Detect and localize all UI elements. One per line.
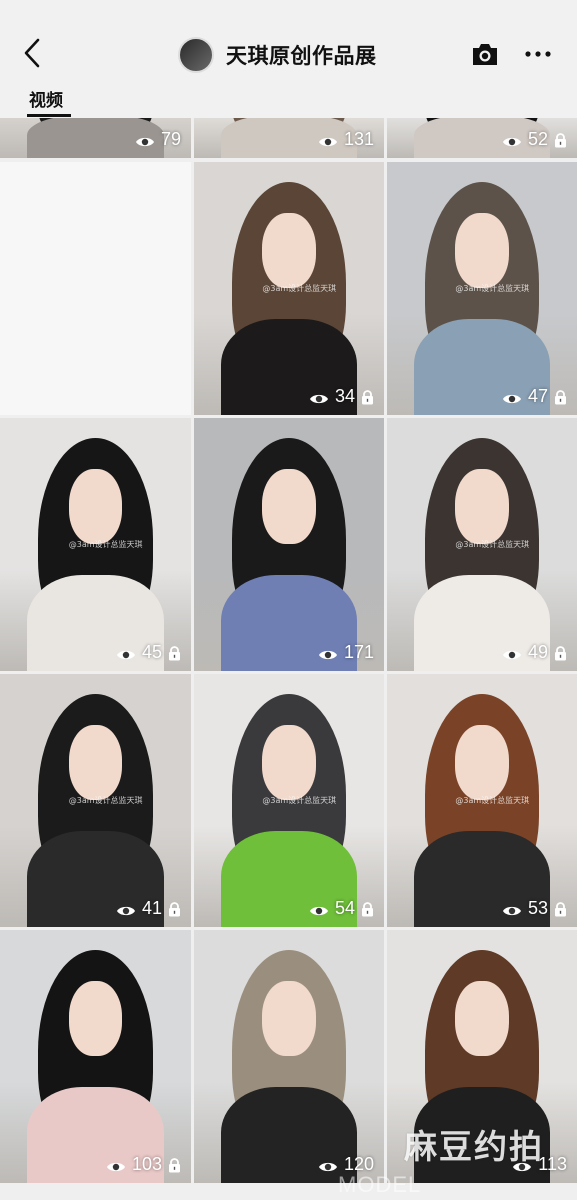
view-count: 47 — [527, 386, 548, 406]
video-thumbnail[interactable]: 171 — [194, 418, 384, 671]
person-face — [68, 724, 123, 801]
view-stats: 47 — [502, 386, 567, 407]
tab-video[interactable]: 视频 — [29, 86, 63, 111]
avatar[interactable] — [178, 37, 214, 73]
view-stats: 34 — [309, 386, 374, 407]
eye-icon — [135, 133, 155, 147]
lock-icon — [168, 901, 181, 917]
empty-tile — [0, 162, 191, 415]
video-thumbnail[interactable]: @3am设计总监天琪 34 — [194, 162, 384, 415]
image-watermark: @3am设计总监天琪 — [262, 796, 337, 806]
person-face — [455, 468, 509, 545]
video-thumbnail[interactable]: @3am设计总监天琪 49 — [387, 418, 577, 671]
view-count: 103 — [131, 1154, 162, 1174]
lock-icon — [554, 901, 567, 917]
eye-icon — [318, 646, 338, 660]
video-thumbnail[interactable]: 79 — [0, 118, 191, 158]
view-stats: 49 — [502, 642, 567, 663]
view-count: 52 — [527, 129, 548, 149]
lock-icon — [168, 645, 181, 661]
view-count: 54 — [334, 898, 355, 918]
view-count: 53 — [527, 898, 548, 918]
tab-active-indicator — [27, 114, 71, 117]
video-thumbnail[interactable]: 103 — [0, 930, 191, 1183]
video-thumbnail[interactable]: @3am设计总监天琪 54 — [194, 674, 384, 927]
image-watermark: @3am设计总监天琪 — [262, 284, 337, 294]
person-face — [455, 724, 509, 801]
lock-icon — [554, 132, 567, 148]
image-watermark: @3am设计总监天琪 — [68, 540, 143, 550]
video-thumbnail[interactable]: 120 — [194, 930, 384, 1183]
eye-icon — [502, 902, 522, 916]
image-watermark: @3am设计总监天琪 — [455, 284, 530, 294]
person-face — [262, 468, 316, 545]
brand-watermark: 麻豆约拍 — [404, 1127, 544, 1166]
eye-icon — [309, 390, 329, 404]
person-face — [68, 980, 123, 1057]
person-face — [262, 724, 316, 801]
back-arrow-icon[interactable] — [18, 36, 48, 70]
video-thumbnail[interactable]: 131 — [194, 118, 384, 158]
lock-icon — [168, 1157, 181, 1173]
person-face — [455, 980, 509, 1057]
video-thumbnail[interactable]: @3am设计总监天琪 41 — [0, 674, 191, 927]
view-stats: 131 — [318, 129, 374, 150]
view-stats: 41 — [116, 898, 181, 919]
lock-icon — [361, 901, 374, 917]
person-face — [262, 212, 316, 289]
person-face — [455, 212, 509, 289]
view-stats: 103 — [106, 1154, 181, 1175]
lock-icon — [361, 389, 374, 405]
video-thumbnail[interactable]: @3am设计总监天琪 45 — [0, 418, 191, 671]
eye-icon — [502, 133, 522, 147]
view-stats: 45 — [116, 642, 181, 663]
view-count: 171 — [343, 642, 374, 662]
video-thumbnail[interactable]: @3am设计总监天琪 47 — [387, 162, 577, 415]
camera-icon[interactable] — [470, 40, 500, 68]
view-count: 45 — [141, 642, 162, 662]
view-stats: 79 — [135, 129, 181, 150]
video-grid: 79 131 52 @3am设计总监天琪 34 @3am设计总监天琪 47 @3am设计总监天… — [0, 118, 577, 1200]
lock-icon — [554, 645, 567, 661]
eye-icon — [502, 390, 522, 404]
view-count: 49 — [527, 642, 548, 662]
view-count: 131 — [343, 129, 374, 149]
person-face — [68, 468, 123, 545]
image-watermark: @3am设计总监天琪 — [455, 540, 530, 550]
view-stats: 52 — [502, 129, 567, 150]
eye-icon — [116, 646, 136, 660]
person-face — [262, 980, 316, 1057]
eye-icon — [116, 902, 136, 916]
view-stats: 53 — [502, 898, 567, 919]
eye-icon — [309, 902, 329, 916]
more-options-icon[interactable] — [524, 44, 552, 64]
view-stats: 54 — [309, 898, 374, 919]
view-count: 79 — [160, 129, 181, 149]
image-watermark: @3am设计总监天琪 — [68, 796, 143, 806]
eye-icon — [318, 1158, 338, 1172]
eye-icon — [106, 1158, 126, 1172]
video-thumbnail[interactable]: @3am设计总监天琪 53 — [387, 674, 577, 927]
eye-icon — [318, 133, 338, 147]
video-thumbnail[interactable]: 52 — [387, 118, 577, 158]
view-stats: 171 — [318, 642, 374, 663]
view-count: 41 — [141, 898, 162, 918]
page-title: 天琪原创作品展 — [226, 44, 377, 68]
eye-icon — [502, 646, 522, 660]
lock-icon — [554, 389, 567, 405]
top-bar: 天琪原创作品展 视频 — [0, 0, 577, 118]
brand-watermark-subtitle: MODEL PHOTOGRAPHY — [338, 1172, 519, 1200]
image-watermark: @3am设计总监天琪 — [455, 796, 530, 806]
view-count: 34 — [334, 386, 355, 406]
